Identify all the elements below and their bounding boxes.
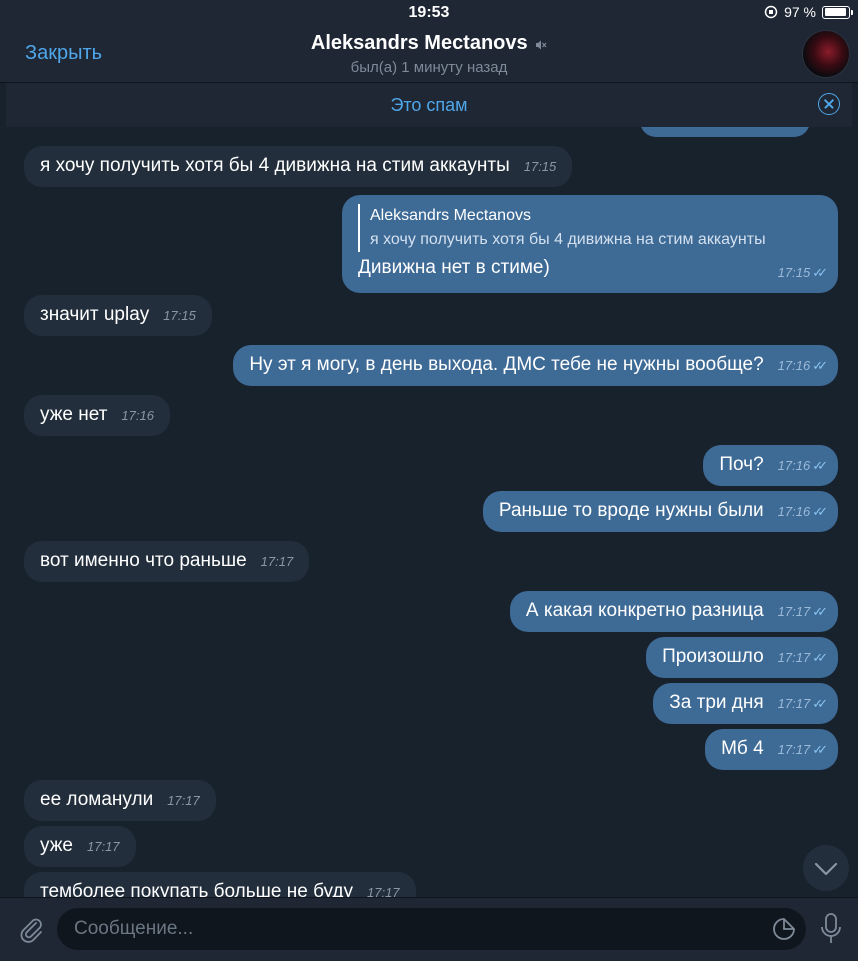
status-time: 19:53	[408, 4, 450, 21]
message-bubble-incoming[interactable]: вот именно что раньше 17:17	[24, 541, 310, 582]
message-text: вот именно что раньше	[40, 550, 247, 571]
message-text: уже	[40, 835, 73, 856]
message-time: 17:17	[777, 604, 811, 619]
message-bubble-incoming[interactable]: ее ломанули 17:17	[24, 780, 216, 821]
message-time: 17:15	[523, 159, 557, 174]
close-circle-icon[interactable]	[818, 93, 840, 115]
message-bubble-outgoing[interactable]	[640, 127, 810, 137]
message-text: я хочу получить хотя бы 4 дивижна на сти…	[40, 155, 510, 176]
message-text: Дивижна нет в стиме)	[358, 257, 550, 278]
message-time: 17:17	[367, 885, 400, 897]
message-text: Поч?	[719, 454, 764, 475]
message-time: 17:16	[777, 458, 811, 473]
sticker-icon[interactable]	[772, 917, 796, 941]
message-bubble-incoming[interactable]: я хочу получить хотя бы 4 дивижна на сти…	[24, 146, 573, 187]
message-time: 17:17	[777, 650, 811, 665]
message-bubble-outgoing[interactable]: А какая конкретно разница 17:17 ✓✓	[509, 591, 838, 632]
message-bubble-outgoing[interactable]: Поч? 17:16 ✓✓	[703, 445, 838, 486]
message-time: 17:16	[777, 504, 811, 519]
message-bubble-incoming[interactable]: уже 17:17	[24, 826, 136, 867]
read-checks-icon: ✓✓	[812, 504, 828, 519]
message-input-placeholder: Сообщение...	[74, 918, 194, 939]
mute-icon	[536, 40, 547, 50]
message-text: Раньше то вроде нужны были	[498, 500, 764, 521]
spam-report-bar: Это спам	[6, 83, 852, 127]
chat-header: Закрыть Aleksandrs Mectanovs был(а) 1 ми…	[0, 26, 858, 83]
message-text: За три дня	[669, 692, 764, 713]
chat-title-block[interactable]: Aleksandrs Mectanovs был(а) 1 минуту наз…	[0, 32, 858, 76]
read-checks-icon: ✓✓	[812, 604, 828, 619]
read-checks-icon: ✓✓	[812, 742, 828, 757]
message-text: значит uplay	[40, 304, 150, 325]
message-input[interactable]: Сообщение...	[57, 908, 806, 950]
battery-icon	[822, 5, 853, 19]
message-bubble-outgoing[interactable]: Ну эт я могу, в день выхода. ДМС тебе не…	[233, 345, 838, 386]
reply-text: я хочу получить хотя бы 4 дивижна на сти…	[370, 231, 766, 248]
read-checks-icon: ✓✓	[812, 458, 828, 473]
microphone-icon[interactable]	[819, 912, 843, 946]
chevron-down-icon	[814, 862, 838, 876]
message-text: Мб 4	[721, 738, 764, 759]
message-bubble-incoming[interactable]: темболее покупать больше не буду 17:17	[24, 872, 416, 897]
scroll-to-bottom-button[interactable]	[803, 845, 849, 891]
message-text: Произошло	[662, 646, 764, 667]
read-checks-icon: ✓✓	[812, 696, 828, 711]
message-text: А какая конкретно разница	[525, 600, 764, 621]
message-time: 17:16	[777, 358, 811, 373]
message-time: 17:16	[121, 408, 154, 423]
avatar[interactable]	[802, 30, 850, 78]
status-indicators: 97 %	[764, 4, 853, 20]
attach-icon[interactable]	[16, 914, 46, 944]
message-time: 17:17	[260, 554, 294, 569]
message-bubble-outgoing[interactable]: За три дня 17:17 ✓✓	[653, 683, 838, 724]
message-bubble-outgoing[interactable]: Мб 4 17:17 ✓✓	[705, 729, 838, 770]
status-bar: 19:53 97 %	[0, 0, 858, 26]
battery-percent: 97 %	[784, 4, 816, 20]
message-list[interactable]: я хочу получить хотя бы 4 дивижна на сти…	[0, 127, 858, 897]
message-composer: Сообщение...	[0, 897, 858, 961]
contact-name: Aleksandrs Mectanovs	[310, 32, 528, 54]
read-checks-icon: ✓✓	[812, 358, 828, 373]
message-time: 17:17	[777, 742, 811, 757]
message-time: 17:15	[777, 265, 811, 280]
message-bubble-outgoing[interactable]: Aleksandrs Mectanovs я хочу получить хот…	[342, 195, 838, 293]
message-time: 17:17	[87, 839, 120, 854]
reply-author: Aleksandrs Mectanovs	[370, 207, 531, 224]
message-time: 17:17	[777, 696, 811, 711]
read-checks-icon: ✓✓	[812, 265, 828, 280]
report-spam-button[interactable]: Это спам	[6, 95, 852, 116]
message-bubble-incoming[interactable]: значит uplay 17:15	[24, 295, 212, 336]
message-text: темболее покупать больше не буду	[40, 881, 353, 897]
last-seen-status: был(а) 1 минуту назад	[350, 59, 508, 76]
read-checks-icon: ✓✓	[812, 650, 828, 665]
message-bubble-outgoing[interactable]: Произошло 17:17 ✓✓	[646, 637, 838, 678]
message-time: 17:17	[167, 793, 200, 808]
message-text: ее ломанули	[40, 789, 154, 810]
reply-quote[interactable]: Aleksandrs Mectanovs я хочу получить хот…	[358, 204, 822, 252]
orientation-lock-icon	[764, 5, 778, 19]
message-bubble-incoming[interactable]: уже нет 17:16	[24, 395, 170, 436]
message-text: Ну эт я могу, в день выхода. ДМС тебе не…	[249, 354, 764, 375]
message-time: 17:15	[163, 308, 196, 323]
message-bubble-outgoing[interactable]: Раньше то вроде нужны были 17:16 ✓✓	[482, 491, 838, 532]
message-text: уже нет	[40, 404, 108, 425]
